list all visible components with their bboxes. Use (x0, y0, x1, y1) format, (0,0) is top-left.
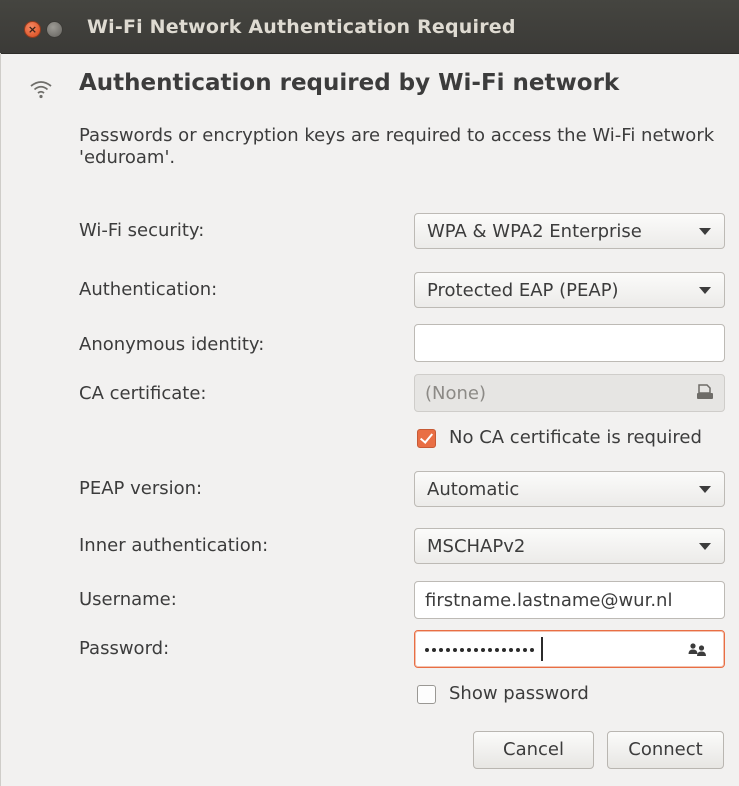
password-dot (446, 648, 450, 652)
inner-authentication-label: Inner authentication: (79, 535, 269, 556)
wifi-security-dropdown[interactable]: WPA & WPA2 Enterprise (414, 213, 725, 249)
inner-authentication-value: MSCHAPv2 (427, 536, 526, 557)
password-dot (453, 648, 457, 652)
no-ca-required-label[interactable]: No CA certificate is required (449, 427, 702, 448)
username-label: Username: (79, 589, 177, 610)
ca-certificate-chooser[interactable]: (None) (414, 374, 725, 412)
wifi-icon (30, 81, 52, 99)
close-window-button[interactable]: × (24, 21, 41, 38)
password-dot (481, 648, 485, 652)
password-dot (509, 648, 513, 652)
password-dot (530, 648, 534, 652)
username-value: firstname.lastname@wur.nl (425, 590, 673, 611)
no-ca-required-checkbox[interactable] (417, 429, 436, 448)
show-password-label[interactable]: Show password (449, 683, 589, 704)
password-dot (502, 648, 506, 652)
password-dot (495, 648, 499, 652)
authentication-dropdown[interactable]: Protected EAP (PEAP) (414, 272, 725, 308)
password-dot (474, 648, 478, 652)
minimize-window-button[interactable] (46, 21, 63, 38)
password-dot (467, 648, 471, 652)
password-dot (432, 648, 436, 652)
wifi-security-label: Wi-Fi security: (79, 220, 205, 241)
window-title: Wi-Fi Network Authentication Required (87, 16, 516, 38)
chevron-down-icon (699, 228, 711, 235)
connect-button[interactable]: Connect (607, 731, 724, 769)
text-caret (541, 637, 543, 661)
chevron-down-icon (699, 287, 711, 294)
people-icon[interactable] (688, 643, 707, 656)
peap-version-label: PEAP version: (79, 478, 203, 499)
cancel-button[interactable]: Cancel (473, 731, 594, 769)
chevron-down-icon (699, 543, 711, 550)
show-password-checkbox[interactable] (417, 685, 436, 704)
close-icon: × (27, 23, 38, 36)
password-input[interactable] (414, 630, 725, 668)
password-dot (523, 648, 527, 652)
chevron-down-icon (699, 486, 711, 493)
anonymous-identity-label: Anonymous identity: (79, 334, 265, 355)
peap-version-value: Automatic (427, 479, 520, 500)
window-border (0, 53, 1, 786)
page-title: Authentication required by Wi-Fi network (79, 70, 620, 96)
ca-certificate-label: CA certificate: (79, 383, 207, 404)
password-dot (439, 648, 443, 652)
password-dot (516, 648, 520, 652)
password-dot (425, 648, 429, 652)
description-text: Passwords or encryption keys are require… (79, 125, 715, 168)
password-mask (425, 647, 537, 653)
authentication-label: Authentication: (79, 279, 218, 300)
file-icon (697, 384, 713, 399)
peap-version-dropdown[interactable]: Automatic (414, 471, 725, 507)
authentication-value: Protected EAP (PEAP) (427, 280, 619, 301)
title-bar[interactable]: × Wi-Fi Network Authentication Required (0, 0, 739, 54)
wifi-security-value: WPA & WPA2 Enterprise (427, 221, 642, 242)
ca-certificate-value: (None) (425, 383, 487, 404)
password-label: Password: (79, 638, 170, 659)
password-dot (460, 648, 464, 652)
username-input[interactable]: firstname.lastname@wur.nl (414, 581, 725, 619)
inner-authentication-dropdown[interactable]: MSCHAPv2 (414, 528, 725, 564)
anonymous-identity-input[interactable] (414, 324, 725, 362)
password-dot (488, 648, 492, 652)
